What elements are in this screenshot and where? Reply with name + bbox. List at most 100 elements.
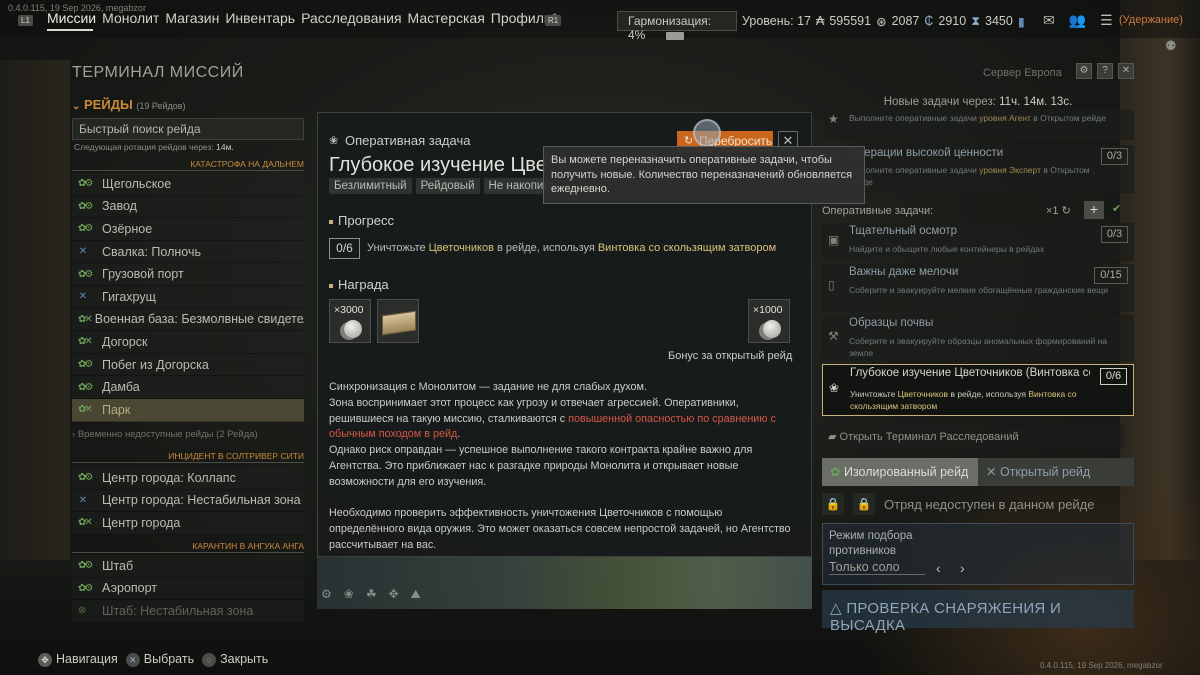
squad-unavailable: Отряд недоступен в данном рейде	[884, 497, 1095, 512]
settings-icon[interactable]: ⚙	[1076, 63, 1092, 79]
desc-paragraph: Синхронизация с Монолитом — задание не д…	[329, 381, 647, 393]
currency-d-icon: ⧗	[971, 14, 980, 28]
raid-item[interactable]: ✿✕ Центр города	[72, 512, 304, 535]
expand-chevron-icon: ›	[72, 429, 76, 440]
menu-icon[interactable]: ☰	[1100, 12, 1113, 29]
lock-icon: 🔒	[853, 493, 875, 515]
deploy-button[interactable]: △ ПРОВЕРКА СНАРЯЖЕНИЯ И ВЫСАДКА	[822, 590, 1134, 634]
friends-icon[interactable]: 👥	[1069, 12, 1086, 29]
currency-c: 2910	[938, 14, 967, 28]
tab-isolated-raid[interactable]: ✿ Изолированный рейд	[822, 458, 978, 486]
collapse-chevron-icon: ⌄	[72, 101, 81, 112]
raid-name: Гигахрущ	[102, 289, 156, 304]
raid-preview-strip: ⚙ ❀ ☘ ✥ ⛰	[317, 557, 812, 609]
tab-open-raid[interactable]: ✕ Открытый рейд	[978, 458, 1134, 486]
raid-name: Парк	[102, 402, 131, 417]
task-desc: Соберите и эвакуируйте мелкие обогащённы…	[849, 285, 1109, 295]
task-card[interactable]: ◎ Операции высокой ценности Выполните оп…	[822, 145, 1134, 193]
raid-item[interactable]: ✿✕ Догорск	[72, 331, 304, 354]
hint-select: ✕ Выбрать	[125, 652, 194, 667]
open-investigations-button[interactable]: ▰ Открыть Терминал Расследований	[822, 425, 1124, 449]
raid-name: Свалка: Полночь	[102, 244, 201, 259]
reward-header: Награда	[329, 277, 389, 292]
raid-mode-icon: ✿✕	[78, 313, 93, 325]
raid-item[interactable]: ✿⚙ Щегольское	[72, 173, 304, 196]
matchmaking-panel: Режим подбора противников Только соло ‹ …	[822, 523, 1134, 585]
raid-name: Щегольское	[102, 176, 172, 191]
open-raid-icon: ✕	[986, 465, 997, 479]
currency-c-icon: ₵	[924, 14, 934, 28]
chevron-right-icon[interactable]: ›	[960, 560, 965, 576]
top-icons: ✉ 👥 ☰	[1043, 12, 1113, 29]
help-icon[interactable]: ?	[1097, 63, 1113, 79]
task-card[interactable]: ▯ Важны даже мелочи Соберите и эвакуируй…	[822, 264, 1134, 312]
terminal-title: ТЕРМИНАЛ МИССИЙ	[72, 64, 244, 81]
raid-item[interactable]: ✿✕ Военная база: Безмолвные свидетели	[72, 308, 304, 332]
raid-item[interactable]: ✿⚙ Штаб	[72, 555, 304, 578]
task-card[interactable]: ▣ Тщательный осмотр Найдите и обыщите лю…	[822, 223, 1134, 261]
raid-item[interactable]: ✿⚙ Аэропорт	[72, 577, 304, 601]
rotation-label: Следующая ротация рейдов через:	[74, 142, 214, 152]
raid-item[interactable]: ✿⚙ Завод	[72, 195, 304, 219]
reward-item[interactable]	[377, 299, 419, 343]
chevron-left-icon[interactable]: ‹	[936, 560, 941, 576]
active-tab-indicator	[47, 29, 93, 31]
new-tasks-timer: Новые задачи через: 11ч. 14м. 13с.	[822, 96, 1134, 108]
bonus-reward-item[interactable]: ×1000	[748, 299, 790, 343]
matchmaking-value[interactable]: Только соло	[829, 560, 925, 575]
task-card[interactable]: ⚒ Образцы почвы Соберите и эвакуируйте о…	[822, 315, 1134, 361]
unavailable-raids[interactable]: › Временно недоступные рейды (2 Рейда)	[72, 429, 258, 440]
harmonization-knob	[666, 32, 684, 40]
raid-item[interactable]: ✿⚙ Побег из Догорска	[72, 353, 304, 377]
raid-search-input[interactable]: Быстрый поиск рейда	[72, 118, 304, 140]
modifier-icon: ⛰	[410, 587, 421, 601]
reward-item[interactable]: ×3000	[329, 299, 371, 343]
currency-a-icon: ₳	[816, 14, 825, 28]
raid-name: Озёрное	[102, 221, 153, 236]
raid-item[interactable]: ✿⚙ Грузовой порт	[72, 263, 304, 286]
task-counter: 0/6	[1100, 368, 1127, 385]
nav-monolith[interactable]: Монолит	[102, 10, 159, 26]
currency-b-icon: ⊛	[876, 15, 887, 29]
party-icon[interactable]: ⚉	[1165, 38, 1177, 54]
raid-item[interactable]: ✿⚙ Центр города: Коллапс	[72, 467, 304, 490]
task-desc: Соберите и эвакуируйте образцы аномальны…	[849, 336, 1107, 358]
mail-icon[interactable]: ✉	[1043, 12, 1055, 29]
currency-a: 595591	[829, 14, 872, 28]
nav-investigations[interactable]: Расследования	[301, 10, 401, 26]
harmonization-meter: Гармонизация: 4%	[617, 11, 737, 42]
task-card[interactable]: ★ Выполните оперативные задачи уровня Аг…	[822, 110, 1134, 140]
nav-inventory[interactable]: Инвентарь	[225, 10, 295, 26]
add-task-button[interactable]: +	[1084, 201, 1104, 219]
modifier-icon: ❀	[343, 587, 354, 601]
raids-header[interactable]: ⌄ РЕЙДЫ (19 Рейдов)	[72, 97, 186, 112]
nav-shop[interactable]: Магазин	[165, 10, 219, 26]
new-tasks-label: Новые задачи через:	[883, 96, 996, 108]
task-card-selected[interactable]: ❀ Глубокое изучение Цветочников (Винтовк…	[822, 364, 1134, 416]
raid-item[interactable]: ✕ Гигахрущ	[72, 285, 304, 309]
raid-item-selected[interactable]: ✿✕ Парк	[72, 398, 304, 422]
desc-paragraph: Зона воспринимает этот процесс как угроз…	[329, 396, 776, 441]
rotation-timer: Следующая ротация рейдов через: 14м.	[74, 142, 234, 152]
raid-item[interactable]: ✿⚙ Дамба	[72, 376, 304, 399]
modifier-icon: ⚙	[321, 587, 332, 601]
task-desc: Найдите и обыщите любые контейнеры в рей…	[849, 244, 1045, 254]
raid-name: Штаб: Нестабильная зона	[102, 603, 254, 618]
raid-name: Побег из Догорска	[102, 357, 209, 372]
nav-missions[interactable]: Миссии	[47, 10, 96, 26]
flower-icon: ❀	[829, 381, 840, 395]
raid-item[interactable]: ✕ Центр города: Нестабильная зона	[72, 489, 304, 513]
nav-workshop[interactable]: Мастерская	[408, 10, 485, 26]
crate-icon	[382, 310, 416, 336]
raid-mode-icon: ✿⚙	[78, 200, 93, 212]
raid-name: Военная база: Безмолвные свидетели	[94, 312, 304, 327]
raid-item[interactable]: ⊗ Штаб: Нестабильная зона	[72, 600, 304, 623]
raid-list-1: ✿⚙ Щегольское ✿⚙ Завод ✿⚙ Озёрное ✕ Свалка: …	[72, 173, 304, 422]
matchmaking-label: Режим подбора противников	[829, 530, 913, 557]
close-icon[interactable]: ✕	[1118, 63, 1134, 79]
raid-item[interactable]: ✕ Свалка: Полночь	[72, 240, 304, 264]
raid-modifier-icons: ⚙ ❀ ☘ ✥ ⛰	[321, 587, 421, 602]
nav-profile[interactable]: Профиль	[491, 10, 551, 26]
raid-name: Штаб	[102, 558, 134, 573]
raid-item[interactable]: ✿⚙ Озёрное	[72, 218, 304, 241]
